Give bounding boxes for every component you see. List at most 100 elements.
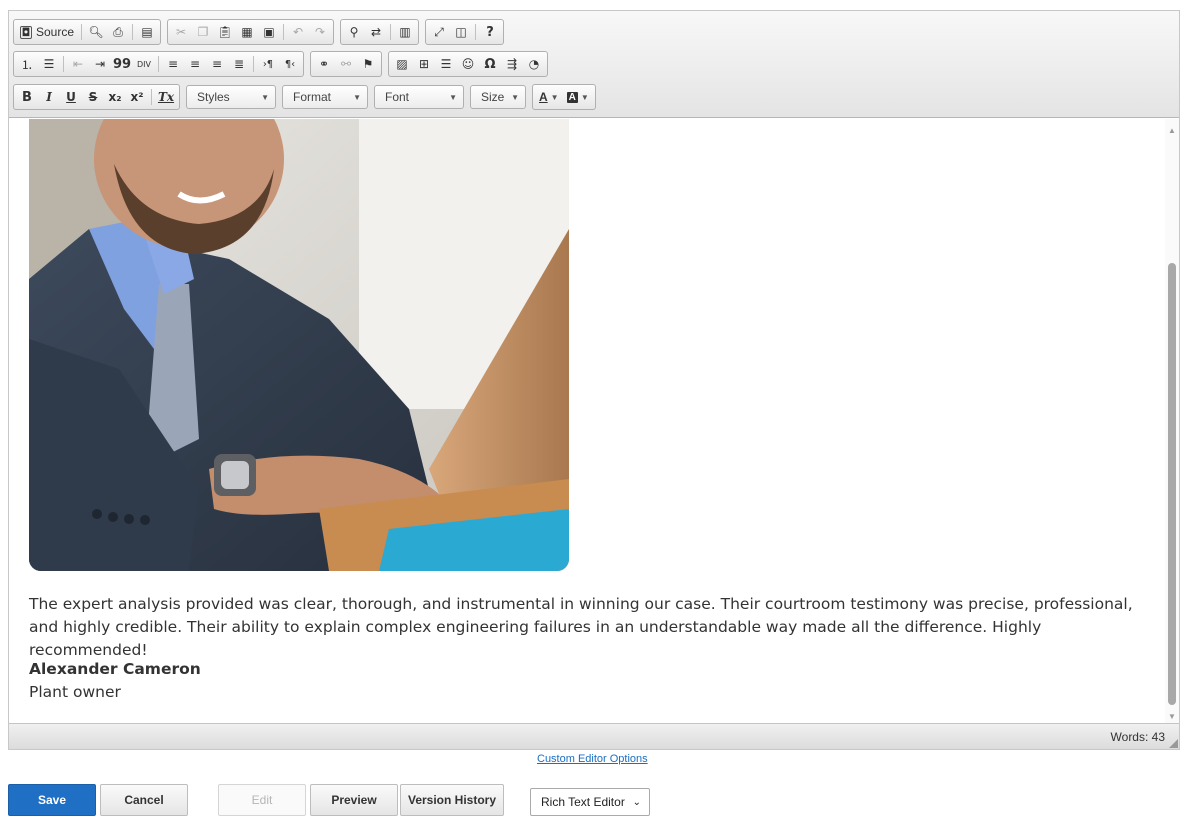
chevron-down-icon: ⌄ bbox=[632, 796, 641, 808]
chevron-down-icon: ▼ bbox=[511, 92, 519, 102]
format-dropdown[interactable]: Format ▼ bbox=[282, 85, 368, 109]
select-all-icon[interactable]: ▥ bbox=[394, 21, 416, 43]
background-color-button[interactable]: A ▼ bbox=[563, 86, 593, 108]
align-right-icon[interactable]: ≡ bbox=[206, 53, 228, 75]
toolbar-group-insert: ▨ ⊞ ☰ ☺ Ω ⇶ ◔ bbox=[388, 51, 548, 77]
replace-icon[interactable]: ⇄ bbox=[365, 21, 387, 43]
text-direction-ltr-icon[interactable]: ›¶ bbox=[257, 53, 279, 75]
preview-icon[interactable]: 🔍︎ bbox=[85, 21, 107, 43]
iframe-globe-icon[interactable]: ◔ bbox=[523, 53, 545, 75]
text-color-icon: A bbox=[539, 90, 548, 104]
word-count: Words: 43 bbox=[1110, 730, 1165, 744]
page-break-icon[interactable]: ⇶ bbox=[501, 53, 523, 75]
horizontal-line-icon[interactable]: ☰ bbox=[435, 53, 457, 75]
toolbar-separator bbox=[253, 56, 254, 72]
font-dropdown[interactable]: Font ▼ bbox=[374, 85, 464, 109]
align-center-icon[interactable]: ≡ bbox=[184, 53, 206, 75]
editor-toolbar: ◘ Source 🔍︎ ⎙ ▤ ✂ ❐ 📋︎ ▦ ▣ ↶ ↷ ⚲ ⇄ ▥ ⤢ ◫… bbox=[9, 11, 1179, 118]
scroll-down-arrow-icon[interactable]: ▼ bbox=[1165, 711, 1179, 723]
toolbar-row-3: B I U S x₂ x² Tx Styles ▼ Format ▼ Font … bbox=[13, 84, 602, 110]
toolbar-group-clipboard: ✂ ❐ 📋︎ ▦ ▣ ↶ ↷ bbox=[167, 19, 335, 45]
strikethrough-button[interactable]: S bbox=[82, 86, 104, 108]
rich-text-editor: ◘ Source 🔍︎ ⎙ ▤ ✂ ❐ 📋︎ ▦ ▣ ↶ ↷ ⚲ ⇄ ▥ ⤢ ◫… bbox=[8, 10, 1180, 750]
custom-editor-options-link[interactable]: Custom Editor Options bbox=[537, 753, 648, 765]
toolbar-separator bbox=[151, 89, 152, 105]
templates-icon[interactable]: ▤ bbox=[136, 21, 158, 43]
source-icon: ◘ bbox=[20, 25, 32, 39]
paste-word-icon[interactable]: ▣ bbox=[258, 21, 280, 43]
superscript-button[interactable]: x² bbox=[126, 86, 148, 108]
chevron-down-icon: ▼ bbox=[353, 92, 361, 102]
cancel-button[interactable]: Cancel bbox=[100, 784, 188, 816]
toolbar-group-tools: ⤢ ◫ ? bbox=[425, 19, 505, 45]
author-role: Plant owner bbox=[29, 683, 121, 701]
cut-icon[interactable]: ✂ bbox=[170, 21, 192, 43]
bold-button[interactable]: B bbox=[16, 86, 38, 108]
toolbar-group-editing: ⚲ ⇄ ▥ bbox=[340, 19, 420, 45]
show-blocks-icon[interactable]: ◫ bbox=[450, 21, 472, 43]
save-button[interactable]: Save bbox=[8, 784, 96, 816]
print-icon[interactable]: ⎙ bbox=[107, 21, 129, 43]
align-justify-icon[interactable]: ≣ bbox=[228, 53, 250, 75]
toolbar-separator bbox=[81, 24, 83, 40]
testimonial-photo bbox=[29, 119, 569, 571]
styles-dropdown[interactable]: Styles ▼ bbox=[186, 85, 276, 109]
size-dropdown[interactable]: Size ▼ bbox=[470, 85, 526, 109]
anchor-flag-icon[interactable]: ⚑ bbox=[357, 53, 379, 75]
div-container-icon[interactable]: DIV bbox=[133, 53, 155, 75]
source-label: Source bbox=[36, 25, 75, 39]
smiley-icon[interactable]: ☺ bbox=[457, 53, 479, 75]
table-icon[interactable]: ⊞ bbox=[413, 53, 435, 75]
paste-text-icon[interactable]: ▦ bbox=[236, 21, 258, 43]
undo-icon[interactable]: ↶ bbox=[287, 21, 309, 43]
edit-button[interactable]: Edit bbox=[218, 784, 306, 816]
maximize-icon[interactable]: ⤢ bbox=[428, 21, 450, 43]
preview-button[interactable]: Preview bbox=[310, 784, 398, 816]
chevron-down-icon: ▼ bbox=[550, 92, 559, 102]
image-icon[interactable]: ▨ bbox=[391, 53, 413, 75]
link-icon[interactable]: ⚭ bbox=[313, 53, 335, 75]
italic-button[interactable]: I bbox=[38, 86, 60, 108]
toolbar-group-links: ⚭ ⚯ ⚑ bbox=[310, 51, 382, 77]
subscript-button[interactable]: x₂ bbox=[104, 86, 126, 108]
editor-status-bar: Words: 43 bbox=[9, 723, 1179, 749]
paste-icon[interactable]: 📋︎ bbox=[214, 21, 236, 43]
toolbar-separator bbox=[475, 24, 477, 40]
help-icon[interactable]: ? bbox=[479, 21, 501, 43]
blockquote-icon[interactable]: 99 bbox=[111, 53, 133, 75]
underline-button[interactable]: U bbox=[60, 86, 82, 108]
scroll-up-arrow-icon[interactable]: ▲ bbox=[1165, 125, 1179, 137]
font-dropdown-label: Font bbox=[385, 90, 410, 104]
bulleted-list-icon[interactable]: ☰ bbox=[38, 53, 60, 75]
size-dropdown-label: Size bbox=[481, 90, 505, 104]
resize-grip-icon[interactable] bbox=[1169, 739, 1178, 748]
editor-mode-select[interactable]: Rich Text Editor ⌄ bbox=[530, 788, 650, 816]
testimonial-photo-graphic bbox=[29, 119, 569, 571]
background-color-icon: A bbox=[566, 91, 578, 103]
toolbar-group-document: ◘ Source 🔍︎ ⎙ ▤ bbox=[13, 19, 162, 45]
indent-icon[interactable]: ⇥ bbox=[89, 53, 111, 75]
editor-content-area[interactable]: The expert analysis provided was clear, … bbox=[9, 119, 1167, 723]
author-name: Alexander Cameron bbox=[29, 660, 201, 678]
editor-mode-value: Rich Text Editor bbox=[541, 795, 625, 809]
text-direction-rtl-icon[interactable]: ¶‹ bbox=[279, 53, 301, 75]
copy-icon[interactable]: ❐ bbox=[192, 21, 214, 43]
version-history-button[interactable]: Version History bbox=[400, 784, 504, 816]
toolbar-row-2: ⒈ ☰ ⇤ ⇥ 99 DIV ≡ ≡ ≡ ≣ ›¶ ¶‹ ⚭ ⚯ ⚑ ▨ ⊞ ☰… bbox=[13, 51, 554, 77]
numbered-list-icon[interactable]: ⒈ bbox=[16, 53, 38, 75]
remove-format-button[interactable]: Tx bbox=[155, 86, 177, 108]
find-icon[interactable]: ⚲ bbox=[343, 21, 365, 43]
content-scrollbar[interactable]: ▲ ▼ bbox=[1165, 119, 1179, 723]
redo-icon[interactable]: ↷ bbox=[309, 21, 331, 43]
align-left-icon[interactable]: ≡ bbox=[162, 53, 184, 75]
text-color-button[interactable]: A ▼ bbox=[535, 86, 563, 108]
toolbar-separator bbox=[158, 56, 159, 72]
styles-dropdown-label: Styles bbox=[197, 90, 230, 104]
scrollbar-thumb[interactable] bbox=[1168, 263, 1176, 705]
unlink-icon[interactable]: ⚯ bbox=[335, 53, 357, 75]
testimonial-paragraph: The expert analysis provided was clear, … bbox=[29, 595, 1133, 659]
special-char-omega-icon[interactable]: Ω bbox=[479, 53, 501, 75]
source-button[interactable]: ◘ Source bbox=[16, 21, 78, 43]
outdent-icon[interactable]: ⇤ bbox=[67, 53, 89, 75]
chevron-down-icon: ▼ bbox=[449, 92, 457, 102]
